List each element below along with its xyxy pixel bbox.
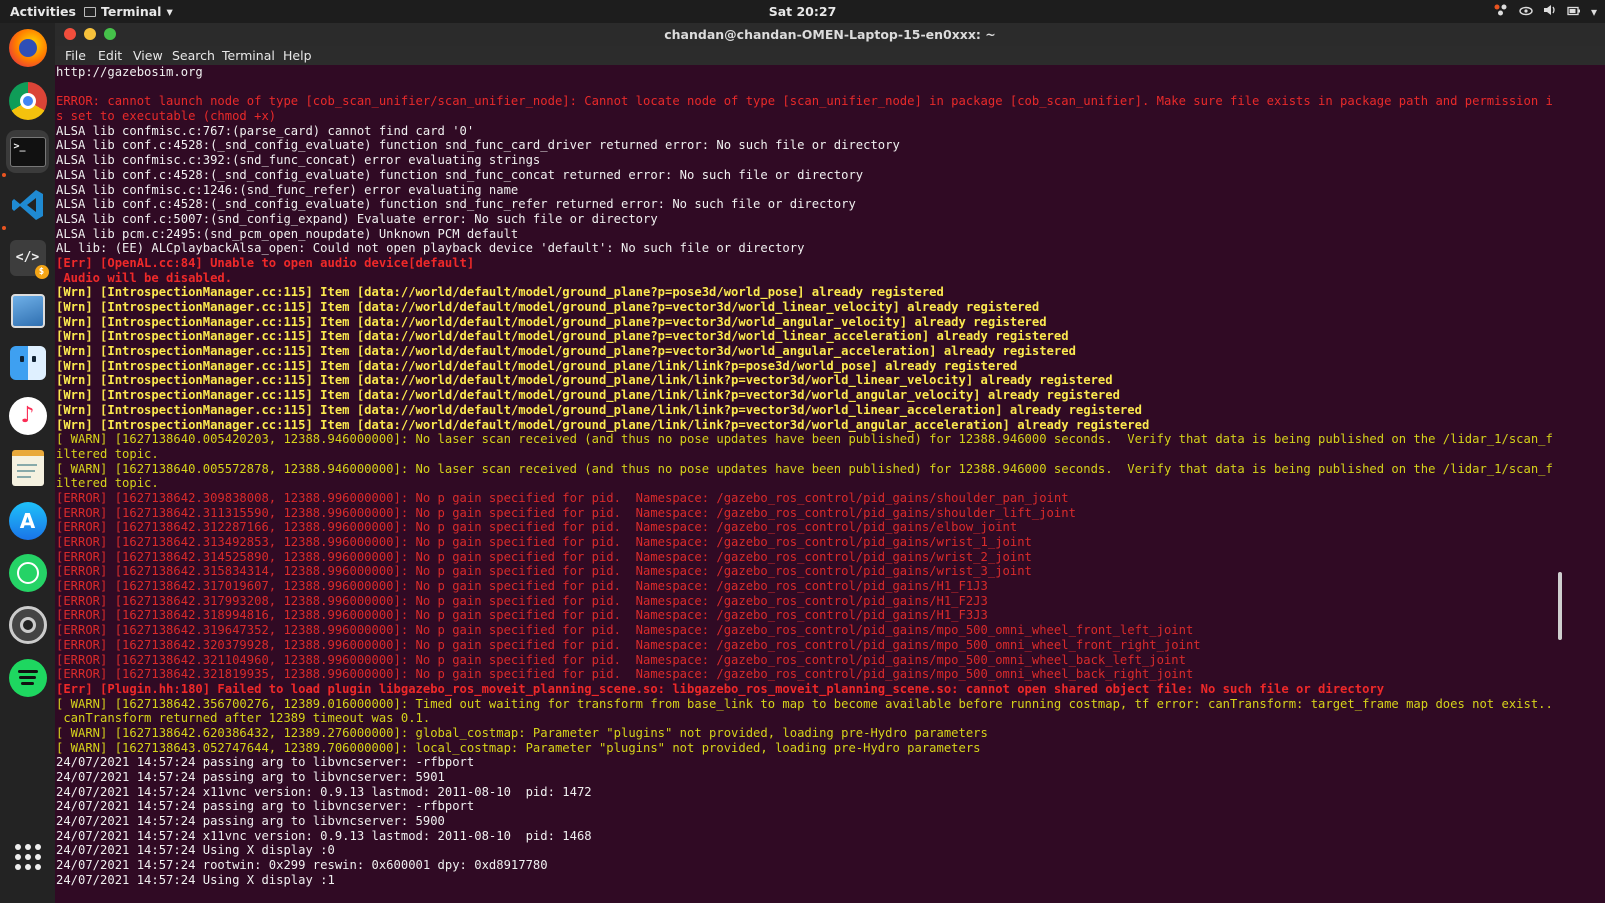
terminal-line: 24/07/2021 14:57:24 passing arg to libvn… xyxy=(56,799,475,814)
terminal-line: [ WARN] [1627138640.005572878, 12388.946… xyxy=(56,461,1553,476)
image-viewer-icon[interactable] xyxy=(6,289,49,332)
terminal-line: [Err] [OpenAL.cc:84] Unable to open audi… xyxy=(56,255,475,270)
terminal-line: [ WARN] [1627138643.052747644, 12389.706… xyxy=(56,740,981,755)
dock: >_ </> $ ♪ A xyxy=(0,23,55,903)
terminal-line: canTransform returned after 12389 timeou… xyxy=(56,711,431,726)
terminal-line: ALSA lib pcm.c:2495:(snd_pcm_open_noupda… xyxy=(56,226,519,241)
terminal-line: Audio will be disabled. xyxy=(56,270,233,285)
terminal-line: [Wrn] [IntrospectionManager.cc:115] Item… xyxy=(56,373,1113,388)
terminal-line: ALSA lib confmisc.c:392:(snd_func_concat… xyxy=(56,153,541,168)
terminal-line: 24/07/2021 14:57:24 x11vnc version: 0.9.… xyxy=(56,828,592,843)
terminal-line: ALSA lib confmisc.c:1246:(snd_func_refer… xyxy=(56,182,519,197)
vscode-icon[interactable] xyxy=(6,183,49,226)
terminal-line: ALSA lib conf.c:4528:(_snd_config_evalua… xyxy=(56,138,900,153)
terminal-line: [Wrn] [IntrospectionManager.cc:115] Item… xyxy=(56,314,1047,329)
window-titlebar[interactable]: chandan@chandan-OMEN-Laptop-15-en0xxx: ~ xyxy=(55,23,1605,46)
terminal-line: [ WARN] [1627138642.356700276, 12389.016… xyxy=(56,696,1553,711)
terminal-line: [Wrn] [IntrospectionManager.cc:115] Item… xyxy=(56,417,1150,432)
terminal-line: [ERROR] [1627138642.309838008, 12388.996… xyxy=(56,490,1069,505)
network-icon[interactable] xyxy=(1493,3,1509,20)
terminal-line: [ERROR] [1627138642.314525890, 12388.996… xyxy=(56,549,1032,564)
terminal-line: [ERROR] [1627138642.321104960, 12388.996… xyxy=(56,652,1186,667)
system-tray[interactable]: ▾ xyxy=(1493,3,1597,20)
terminal-line: s set to executable (chmod +x) xyxy=(56,109,277,124)
music-icon[interactable]: ♪ xyxy=(6,394,49,437)
terminal-line: 24/07/2021 14:57:24 Using X display :1 xyxy=(56,872,335,887)
window-title: chandan@chandan-OMEN-Laptop-15-en0xxx: ~ xyxy=(664,27,996,42)
menu-help[interactable]: Help xyxy=(283,48,312,63)
chevron-down-icon[interactable]: ▾ xyxy=(1591,5,1597,19)
terminal-line: [ERROR] [1627138642.319647352, 12388.996… xyxy=(56,623,1194,638)
spotify-icon[interactable] xyxy=(6,656,49,699)
clock[interactable]: Sat 20:27 xyxy=(0,4,1605,19)
terminal-line: [ERROR] [1627138642.317993208, 12388.996… xyxy=(56,593,988,608)
menu-search[interactable]: Search xyxy=(172,48,215,63)
running-indicator xyxy=(2,173,6,177)
terminal-line: 24/07/2021 14:57:24 rootwin: 0x299 reswi… xyxy=(56,858,548,873)
terminal-line: [ERROR] [1627138642.312287166, 12388.996… xyxy=(56,520,1018,535)
terminal-line: [ERROR] [1627138642.317019607, 12388.996… xyxy=(56,579,988,594)
terminal-line: 24/07/2021 14:57:24 x11vnc version: 0.9.… xyxy=(56,784,592,799)
settings-icon[interactable] xyxy=(6,603,49,646)
terminal-line: [Wrn] [IntrospectionManager.cc:115] Item… xyxy=(56,402,1142,417)
menu-file[interactable]: File xyxy=(65,48,86,63)
terminal-line: ERROR: cannot launch node of type [cob_s… xyxy=(56,94,1553,109)
terminal-line: ALSA lib conf.c:5007:(snd_config_expand)… xyxy=(56,211,658,226)
terminal-line: [ERROR] [1627138642.321819935, 12388.996… xyxy=(56,667,1194,682)
terminal-line: iltered topic. xyxy=(56,476,159,491)
terminal-line: ALSA lib conf.c:4528:(_snd_config_evalua… xyxy=(56,167,864,182)
text-editor-icon[interactable] xyxy=(6,446,49,489)
terminal-line: AL lib: (EE) ALCplaybackAlsa_open: Could… xyxy=(56,241,805,256)
terminal-line: ALSA lib conf.c:4528:(_snd_config_evalua… xyxy=(56,197,856,212)
terminal-line: [Wrn] [IntrospectionManager.cc:115] Item… xyxy=(56,300,1040,314)
top-bar: Activities Terminal ▾ Sat 20:27 ▾ xyxy=(0,0,1605,23)
scrollbar-thumb[interactable] xyxy=(1558,572,1562,640)
terminal-line: 24/07/2021 14:57:24 passing arg to libvn… xyxy=(56,755,475,770)
terminal-line: [Wrn] [IntrospectionManager.cc:115] Item… xyxy=(56,388,1120,403)
files-icon[interactable] xyxy=(6,341,49,384)
terminal-line: [Wrn] [IntrospectionManager.cc:115] Item… xyxy=(56,358,1018,373)
terminal-line: [ WARN] [1627138642.620386432, 12389.276… xyxy=(56,725,988,740)
chrome-icon[interactable] xyxy=(6,79,49,122)
app-grid-icon[interactable] xyxy=(6,835,49,878)
eye-icon[interactable] xyxy=(1519,5,1533,19)
code-editor-icon[interactable]: </> $ xyxy=(6,236,49,279)
terminal-output[interactable]: http://gazebosim.org ERROR: cannot launch… xyxy=(55,65,1605,903)
firefox-icon[interactable] xyxy=(6,26,49,69)
terminal-line: 24/07/2021 14:57:24 passing arg to libvn… xyxy=(56,814,445,829)
terminal-line: [Wrn] [IntrospectionManager.cc:115] Item… xyxy=(56,329,1069,344)
terminal-line: [Err] [Plugin.hh:180] Failed to load plu… xyxy=(56,681,1385,696)
menu-terminal[interactable]: Terminal xyxy=(222,48,275,63)
terminal-line: [ERROR] [1627138642.318994816, 12388.996… xyxy=(56,608,988,623)
app-store-icon[interactable]: A xyxy=(6,499,49,542)
terminal-line: [Wrn] [IntrospectionManager.cc:115] Item… xyxy=(56,344,1076,359)
terminal-line: 24/07/2021 14:57:24 passing arg to libvn… xyxy=(56,770,445,784)
menu-edit[interactable]: Edit xyxy=(98,48,122,63)
menu-bar: File Edit View Search Terminal Help xyxy=(55,46,1605,65)
terminal-line: [ERROR] [1627138642.315834314, 12388.996… xyxy=(56,564,1032,579)
terminal-lines: http://gazebosim.org ERROR: cannot launch… xyxy=(56,65,1556,888)
terminal-line: 24/07/2021 14:57:24 Using X display :0 xyxy=(56,843,335,858)
terminal-line: [ WARN] [1627138640.005420203, 12388.946… xyxy=(56,432,1553,447)
terminal-line: [ERROR] [1627138642.320379928, 12388.996… xyxy=(56,637,1201,652)
whatsapp-icon[interactable] xyxy=(6,551,49,594)
volume-icon[interactable] xyxy=(1543,4,1557,19)
terminal-icon[interactable]: >_ xyxy=(6,130,49,173)
terminal-line: ALSA lib confmisc.c:767:(parse_card) can… xyxy=(56,123,475,138)
terminal-line: [Wrn] [IntrospectionManager.cc:115] Item… xyxy=(56,285,944,300)
running-indicator xyxy=(2,226,6,230)
battery-icon[interactable] xyxy=(1567,5,1581,19)
terminal-line: http://gazebosim.org xyxy=(56,65,203,79)
terminal-line: iltered topic. xyxy=(56,446,159,461)
terminal-line: [ERROR] [1627138642.313492853, 12388.996… xyxy=(56,535,1032,549)
menu-view[interactable]: View xyxy=(133,48,163,63)
terminal-line: [ERROR] [1627138642.311315590, 12388.996… xyxy=(56,505,1076,520)
